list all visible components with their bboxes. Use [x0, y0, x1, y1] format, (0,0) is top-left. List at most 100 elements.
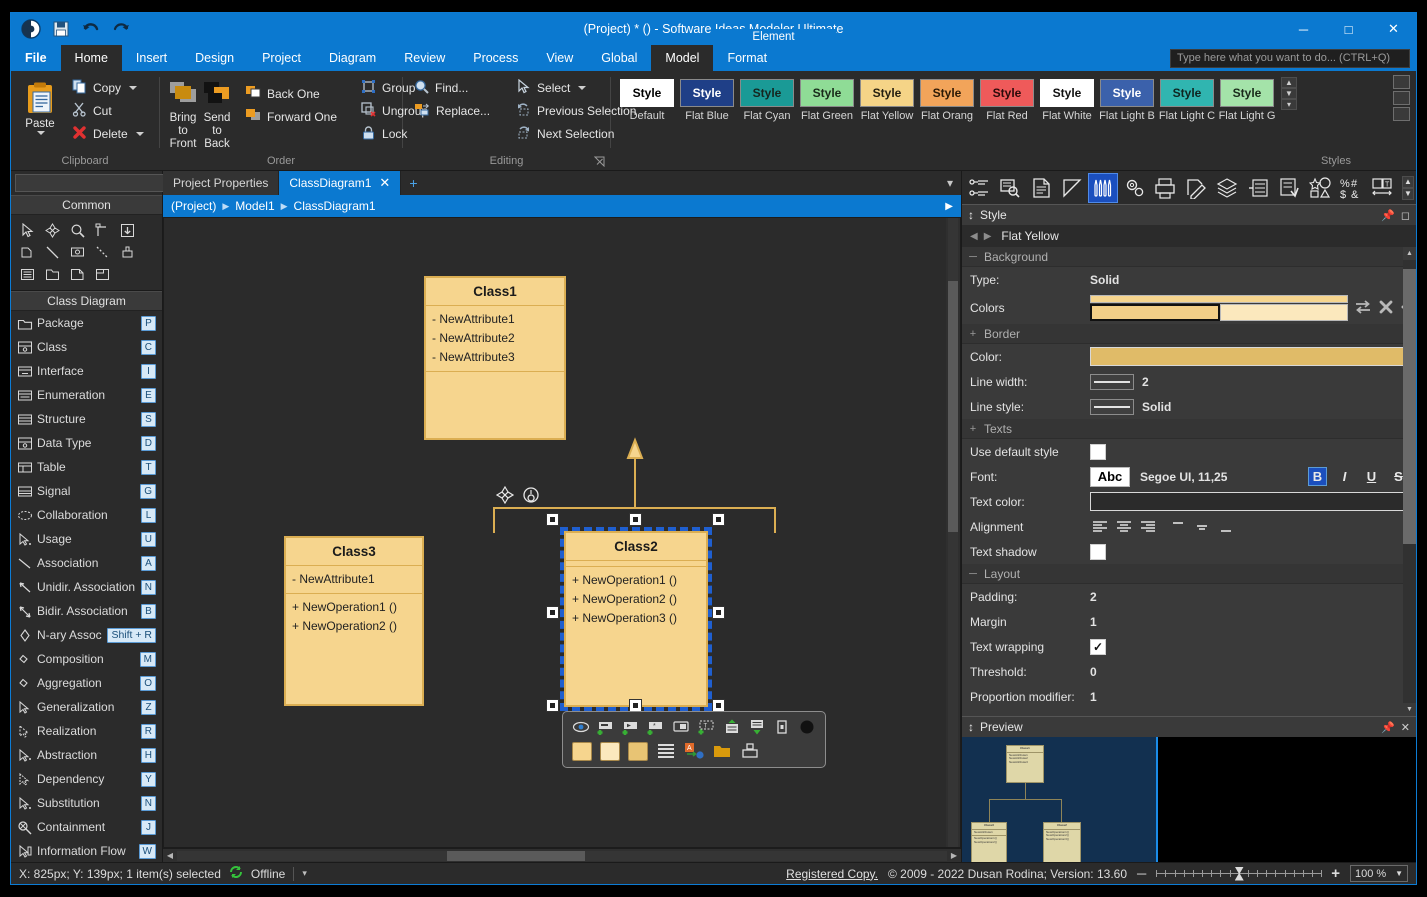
note-corner-icon[interactable]: [65, 264, 89, 285]
toolbox-item-data-type[interactable]: Data TypeD: [11, 431, 162, 455]
add-node-icon[interactable]: [798, 718, 817, 736]
cut-button[interactable]: Cut: [67, 100, 149, 121]
toolbox-item-bidir-association[interactable]: Bidir. AssociationB: [11, 599, 162, 623]
toolbox-section-common[interactable]: Common: [11, 195, 162, 215]
command-search-input[interactable]: Type here what you want to do... (CTRL+Q…: [1170, 49, 1410, 68]
tab-model[interactable]: Model: [651, 45, 713, 71]
style-swatch[interactable]: Style: [980, 79, 1034, 107]
resize-handle-sw[interactable]: [546, 699, 559, 712]
geometry-icon[interactable]: [1057, 173, 1087, 203]
resize-handle-e[interactable]: [712, 606, 725, 619]
add-template-icon[interactable]: T: [697, 718, 716, 736]
property-line-width[interactable]: Line width: 2: [962, 369, 1416, 394]
hscroll-right-arrow-icon[interactable]: ▶: [947, 849, 961, 863]
maximize-button[interactable]: □: [1326, 13, 1371, 45]
property-group-texts[interactable]: + Texts: [962, 419, 1416, 439]
preview-body[interactable]: Class1 NewAttribute1NewAttribute2NewAttr…: [962, 737, 1416, 862]
fill-color-1-icon[interactable]: [571, 741, 593, 761]
property-margin[interactable]: Margin 1: [962, 609, 1416, 634]
uml-class-class2[interactable]: Class2 + NewOperation1 () + NewOperation…: [564, 531, 708, 707]
border-color-preview[interactable]: [1090, 347, 1416, 366]
copy-chevron-down-icon[interactable]: [129, 86, 137, 90]
vscroll-thumb[interactable]: [948, 281, 958, 533]
breadcrumb-item-project[interactable]: (Project): [171, 199, 216, 213]
property-text-wrapping[interactable]: Text wrapping ✓: [962, 634, 1416, 659]
uml-class-class1[interactable]: Class1 - NewAttribute1 - NewAttribute2 -…: [424, 276, 566, 440]
tab-diagram[interactable]: Diagram: [315, 45, 390, 71]
style-option-flat-light-c[interactable]: StyleFlat Light C: [1157, 79, 1217, 122]
style-scroll-down-button[interactable]: ▼: [1281, 88, 1297, 99]
property-group-layout[interactable]: ─ Layout: [962, 564, 1416, 584]
remove-color-icon[interactable]: [1378, 299, 1394, 318]
style-swatch[interactable]: Style: [1100, 79, 1154, 107]
insert-down-icon[interactable]: [115, 220, 139, 241]
style-option-flat-red[interactable]: StyleFlat Red: [977, 79, 1037, 122]
style-swatch[interactable]: Style: [920, 79, 974, 107]
underline-button[interactable]: U: [1362, 467, 1381, 486]
select-chevron-down-icon[interactable]: [578, 86, 586, 90]
print-icon[interactable]: [1150, 173, 1180, 203]
align-center-icon[interactable]: [1114, 518, 1134, 536]
resize-handle-w[interactable]: [546, 606, 559, 619]
close-icon[interactable]: ✕: [379, 175, 390, 191]
color-stop-right[interactable]: [1220, 304, 1348, 321]
use-default-style-checkbox[interactable]: [1090, 444, 1106, 460]
breadcrumb-item-model1[interactable]: Model1: [235, 199, 274, 213]
align-middle-icon[interactable]: [1192, 518, 1212, 536]
property-text-color[interactable]: Text color:: [962, 489, 1416, 514]
preview-canvas[interactable]: Class1 NewAttribute1NewAttribute2NewAttr…: [962, 737, 1158, 862]
style-swatch[interactable]: Style: [1040, 79, 1094, 107]
folder-icon[interactable]: [40, 264, 64, 285]
toolbox-item-information-flow[interactable]: Information FlowW: [11, 839, 162, 862]
toolbox-item-usage[interactable]: UsageU: [11, 527, 162, 551]
toolbox-item-unidir-association[interactable]: Unidir. AssociationN: [11, 575, 162, 599]
status-connection[interactable]: Offline: [251, 867, 285, 881]
inspect-icon[interactable]: [995, 173, 1025, 203]
replace-button[interactable]: Replace...: [409, 100, 495, 121]
tab-project[interactable]: Project: [248, 45, 315, 71]
component-icon[interactable]: [739, 741, 761, 761]
zoom-level-selector[interactable]: 100 % ▼: [1350, 865, 1408, 882]
next-style-button[interactable]: ▶: [984, 231, 992, 242]
style-option-flat-blue[interactable]: StyleFlat Blue: [677, 79, 737, 122]
text-color-preview[interactable]: [1090, 492, 1416, 511]
tab-review[interactable]: Review: [390, 45, 459, 71]
color-stop-left[interactable]: [1090, 304, 1220, 321]
style-swatch[interactable]: Style: [800, 79, 854, 107]
style-scroll-up-button[interactable]: ▲: [1281, 77, 1297, 88]
settings-icon[interactable]: [1119, 173, 1149, 203]
style-swatch[interactable]: Style: [1160, 79, 1214, 107]
gradient-color-stops[interactable]: [1090, 295, 1348, 321]
line-style-preview[interactable]: [1090, 399, 1134, 415]
toolbar-scroll-up-icon[interactable]: ▲: [1402, 176, 1414, 188]
documentation-icon[interactable]: [1026, 173, 1056, 203]
style-option-flat-cyan[interactable]: StyleFlat Cyan: [737, 79, 797, 122]
zoom-in-button[interactable]: +: [1331, 865, 1340, 882]
style-icon[interactable]: [1088, 173, 1118, 203]
toolbox-item-enumeration[interactable]: EnumerationE: [11, 383, 162, 407]
zoom-out-button[interactable]: ─: [1137, 866, 1146, 881]
tab-process[interactable]: Process: [459, 45, 532, 71]
align-bottom-icon[interactable]: [1216, 518, 1236, 536]
style-gallery-expand-button[interactable]: ▾: [1281, 99, 1297, 110]
actor-icon[interactable]: A: [683, 741, 705, 761]
undo-icon[interactable]: [81, 19, 101, 39]
add-slot-icon[interactable]: [773, 718, 792, 736]
copy-button[interactable]: Copy: [67, 77, 149, 98]
property-proportion-modifier[interactable]: Proportion modifier: 1: [962, 684, 1416, 709]
threshold-value[interactable]: 0: [1090, 665, 1416, 679]
tab-format[interactable]: Format: [713, 45, 781, 71]
line-icon[interactable]: [40, 242, 64, 263]
property-scroll-thumb[interactable]: [1403, 269, 1416, 544]
property-scroll-down-icon[interactable]: ▼: [1403, 703, 1416, 716]
paste-chevron-down-icon[interactable]: [37, 131, 45, 135]
visibility-icon[interactable]: [571, 718, 590, 736]
property-text-shadow[interactable]: Text shadow: [962, 539, 1416, 564]
proportion-value[interactable]: 1: [1090, 690, 1416, 704]
maximize-icon[interactable]: ◻: [1401, 209, 1410, 222]
style-swatch[interactable]: Style: [860, 79, 914, 107]
toolbox-item-aggregation[interactable]: AggregationO: [11, 671, 162, 695]
minimize-button[interactable]: ─: [1281, 13, 1326, 45]
align-right-icon[interactable]: [1138, 518, 1158, 536]
dotted-line-icon[interactable]: [90, 242, 114, 263]
